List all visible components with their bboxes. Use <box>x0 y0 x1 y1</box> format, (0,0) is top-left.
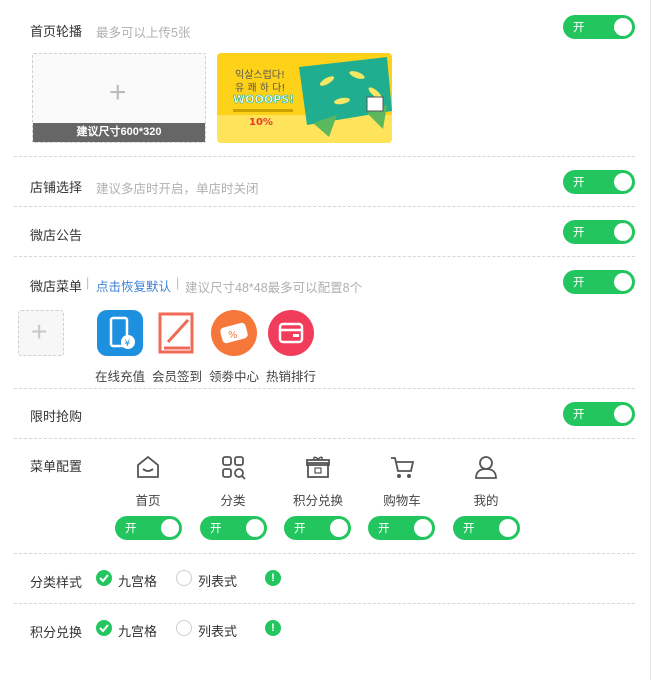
plus-icon: + <box>31 316 48 347</box>
cart-icon <box>391 457 415 478</box>
nav-label-points: 积分兑换 <box>292 494 343 508</box>
carousel-section: 首页轮播 最多可以上传5张 开 + 建议尺寸600*320 익살스럽다! 유 쾌… <box>14 0 635 157</box>
flash-sale-section: 限时抢购 开 <box>14 389 635 439</box>
nav-label-mine: 我的 <box>473 494 499 508</box>
category-style-info-icon[interactable]: ! <box>265 570 281 586</box>
menu-caption-signin: 会员签到 <box>152 370 203 384</box>
add-menu-item-button[interactable]: + <box>18 310 64 356</box>
sign-in-icon[interactable] <box>154 310 200 356</box>
banner-text-1: 익살스럽다! <box>235 69 285 81</box>
category-list-label[interactable]: 列表式 <box>198 571 237 590</box>
nav-mine-toggle[interactable]: 开 <box>453 516 520 540</box>
banner-text-4: 10% <box>249 117 273 128</box>
wallet-icon[interactable] <box>268 310 314 356</box>
menu-toggle[interactable]: 开 <box>563 270 635 294</box>
notice-section: 微店公告 开 <box>14 207 635 257</box>
menu-caption-coupon: 领劵中心 <box>209 370 260 384</box>
store-select-toggle[interactable]: 开 <box>563 170 635 194</box>
carousel-label: 首页轮播 <box>30 24 83 39</box>
coupon-icon[interactable]: % <box>211 310 257 356</box>
nav-label-cart: 购物车 <box>383 494 421 508</box>
home-icon <box>137 455 159 478</box>
menu-separator-1: | <box>86 276 90 290</box>
carousel-banner-image[interactable]: 익살스럽다! 유 쾌 하 다! WOOOPS! 10% <box>217 53 392 143</box>
points-grid-label[interactable]: 九宫格 <box>118 621 157 640</box>
points-list-radio[interactable] <box>176 620 192 636</box>
svg-text:¥: ¥ <box>125 339 131 349</box>
category-style-label: 分类样式 <box>30 575 83 590</box>
nav-config-label: 菜单配置 <box>30 459 83 474</box>
user-icon <box>475 456 497 479</box>
flash-sale-label: 限时抢购 <box>30 409 83 424</box>
banner-text-3: WOOOPS! <box>233 93 294 106</box>
points-style-label: 积分兑换 <box>30 625 83 640</box>
notice-toggle[interactable]: 开 <box>563 220 635 244</box>
nav-category-toggle[interactable]: 开 <box>200 516 267 540</box>
menu-hint: 建议尺寸48*48最多可以配置8个 <box>185 281 363 295</box>
nav-label-home: 首页 <box>135 494 161 508</box>
store-select-label: 店铺选择 <box>30 180 83 195</box>
flash-sale-toggle[interactable]: 开 <box>563 402 635 426</box>
plus-icon: + <box>109 76 127 109</box>
category-icon <box>222 456 246 480</box>
nav-cart-toggle[interactable]: 开 <box>368 516 435 540</box>
phone-recharge-icon[interactable]: ¥ <box>97 310 143 356</box>
carousel-hint: 最多可以上传5张 <box>96 26 191 40</box>
points-grid-radio[interactable] <box>96 620 112 636</box>
menu-caption-hot: 热销排行 <box>266 370 317 384</box>
menu-label: 微店菜单 <box>30 279 83 294</box>
notice-label: 微店公告 <box>30 228 83 243</box>
menu-caption-recharge: 在线充值 <box>95 370 146 384</box>
nav-label-category: 分类 <box>220 494 246 508</box>
svg-text:%: % <box>228 330 238 341</box>
store-select-hint: 建议多店时开启，单店时关闭 <box>96 182 259 196</box>
points-list-label[interactable]: 列表式 <box>198 621 237 640</box>
restore-default-link[interactable]: 点击恢复默认 <box>96 276 171 295</box>
category-grid-radio[interactable] <box>96 570 112 586</box>
nav-home-toggle[interactable]: 开 <box>115 516 182 540</box>
points-style-info-icon[interactable]: ! <box>265 620 281 636</box>
category-list-radio[interactable] <box>176 570 192 586</box>
upload-size-caption: 建议尺寸600*320 <box>33 123 205 142</box>
gift-icon <box>306 456 330 478</box>
menu-separator-2: | <box>176 276 180 290</box>
image-upload-button[interactable]: + 建议尺寸600*320 <box>32 53 206 143</box>
nav-points-toggle[interactable]: 开 <box>284 516 351 540</box>
carousel-toggle[interactable]: 开 <box>563 15 635 39</box>
store-select-section: 店铺选择 建议多店时开启，单店时关闭 开 <box>14 157 635 207</box>
category-grid-label[interactable]: 九宫格 <box>118 571 157 590</box>
